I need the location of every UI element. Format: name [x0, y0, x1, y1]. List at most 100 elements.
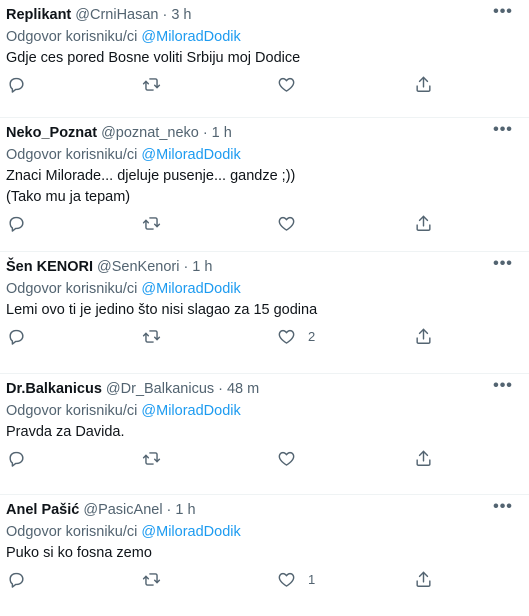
reply-mention-link[interactable]: @MiloradDodik: [141, 147, 240, 163]
separator-dot: ·: [166, 502, 172, 518]
timestamp[interactable]: 3 h: [171, 7, 191, 23]
reply-context: Odgovor korisniku/ci @MiloradDodik: [6, 26, 529, 48]
tweet-header: Replikant @CrniHasan · 3 h: [6, 4, 529, 26]
share-button[interactable]: [414, 214, 433, 233]
tweet-actions: [6, 449, 529, 475]
author-name[interactable]: Neko_Poznat: [6, 125, 97, 141]
retweet-button[interactable]: [142, 75, 161, 94]
heart-icon: [278, 329, 295, 344]
author-handle[interactable]: @poznat_neko: [101, 125, 199, 141]
author-name[interactable]: Šen KENORI: [6, 259, 93, 275]
reply-icon: [9, 77, 24, 93]
retweet-button[interactable]: [142, 214, 161, 233]
reply-prefix: Odgovor korisniku/ci: [6, 403, 138, 419]
share-button[interactable]: [414, 75, 433, 94]
timestamp[interactable]: 1 h: [192, 259, 212, 275]
more-options-icon[interactable]: •••: [493, 377, 513, 395]
separator-dot: ·: [162, 7, 168, 23]
separator-dot: ·: [218, 381, 223, 397]
reply-button[interactable]: [7, 327, 26, 346]
author-name[interactable]: Anel Pašić: [6, 502, 79, 518]
reply-button[interactable]: [7, 449, 26, 468]
reply-icon: [9, 572, 24, 588]
retweet-button[interactable]: [142, 570, 161, 589]
tweet-header: Dr.Balkanicus @Dr_Balkanicus · 48 m: [6, 378, 529, 400]
tweet-header: Šen KENORI @SenKenori · 1 h: [6, 256, 529, 278]
timestamp[interactable]: 1 h: [212, 125, 232, 141]
tweet-header: Neko_Poznat @poznat_neko · 1 h: [6, 122, 529, 144]
author-name[interactable]: Replikant: [6, 7, 71, 23]
tweet[interactable]: Anel Pašić @PasicAnel · 1 h ••• Odgovor …: [0, 495, 529, 616]
tweet-text: Znaci Milorade... djeluje pusenje... gan…: [6, 168, 296, 205]
reply-mention-link[interactable]: @MiloradDodik: [141, 403, 240, 419]
like-count: 1: [308, 572, 316, 587]
tweet-text: Pravda za Davida.: [6, 424, 125, 440]
like-button[interactable]: 2: [277, 327, 315, 346]
tweet[interactable]: Šen KENORI @SenKenori · 1 h ••• Odgovor …: [0, 252, 529, 374]
like-button[interactable]: [277, 75, 308, 94]
retweet-icon: [142, 78, 161, 91]
reply-icon: [9, 216, 24, 232]
reply-icon: [9, 329, 24, 345]
heart-icon: [278, 572, 295, 587]
share-icon: [416, 571, 431, 587]
timestamp[interactable]: 48 m: [227, 381, 259, 397]
more-options-icon[interactable]: •••: [493, 121, 513, 139]
separator-dot: ·: [183, 259, 189, 275]
share-button[interactable]: [414, 570, 433, 589]
retweet-button[interactable]: [142, 449, 161, 468]
retweet-icon: [142, 452, 161, 465]
tweet[interactable]: Neko_Poznat @poznat_neko · 1 h ••• Odgov…: [0, 118, 529, 252]
share-icon: [416, 215, 431, 231]
reply-mention-link[interactable]: @MiloradDodik: [141, 29, 240, 45]
share-button[interactable]: [414, 327, 433, 346]
more-options-icon[interactable]: •••: [493, 255, 513, 273]
tweet-text: Puko si ko fosna zemo: [6, 545, 152, 561]
reply-context: Odgovor korisniku/ci @MiloradDodik: [6, 144, 529, 166]
share-icon: [416, 328, 431, 344]
reply-context: Odgovor korisniku/ci @MiloradDodik: [6, 400, 529, 422]
author-handle[interactable]: @CrniHasan: [75, 7, 158, 23]
tweet[interactable]: Replikant @CrniHasan · 3 h ••• Odgovor k…: [0, 0, 529, 118]
heart-icon: [278, 77, 295, 92]
tweet-actions: [6, 214, 529, 240]
author-handle[interactable]: @PasicAnel: [83, 502, 162, 518]
more-options-icon[interactable]: •••: [493, 498, 513, 516]
tweet-actions: 1: [6, 570, 529, 596]
reply-context: Odgovor korisniku/ci @MiloradDodik: [6, 521, 529, 543]
like-button[interactable]: 1: [277, 570, 315, 589]
like-count: 2: [308, 329, 316, 344]
author-name[interactable]: Dr.Balkanicus: [6, 381, 102, 397]
share-button[interactable]: [414, 449, 433, 468]
reply-mention-link[interactable]: @MiloradDodik: [141, 524, 240, 540]
author-handle[interactable]: @Dr_Balkanicus: [106, 381, 214, 397]
tweet-text: Gdje ces pored Bosne voliti Srbiju moj D…: [6, 50, 301, 66]
reply-prefix: Odgovor korisniku/ci: [6, 281, 138, 297]
retweet-button[interactable]: [142, 327, 161, 346]
reply-button[interactable]: [7, 75, 26, 94]
tweet[interactable]: Dr.Balkanicus @Dr_Balkanicus · 48 m ••• …: [0, 374, 529, 495]
tweet-actions: 2: [6, 327, 529, 353]
retweet-icon: [142, 573, 161, 586]
reply-button[interactable]: [7, 570, 26, 589]
retweet-icon: [142, 330, 161, 343]
timestamp[interactable]: 1 h: [175, 502, 195, 518]
retweet-icon: [142, 217, 161, 230]
separator-dot: ·: [202, 125, 208, 141]
reply-icon: [9, 451, 24, 467]
tweet-text: Lemi ovo ti je jedino što nisi slagao za…: [6, 302, 318, 318]
reply-button[interactable]: [7, 214, 26, 233]
tweet-actions: [6, 75, 529, 101]
reply-prefix: Odgovor korisniku/ci: [6, 147, 138, 163]
more-options-icon[interactable]: •••: [493, 3, 513, 21]
share-icon: [416, 76, 431, 92]
author-handle[interactable]: @SenKenori: [97, 259, 179, 275]
heart-icon: [278, 451, 295, 466]
reply-context: Odgovor korisniku/ci @MiloradDodik: [6, 278, 529, 300]
reply-mention-link[interactable]: @MiloradDodik: [141, 281, 240, 297]
heart-icon: [278, 216, 295, 231]
like-button[interactable]: [277, 214, 308, 233]
tweet-header: Anel Pašić @PasicAnel · 1 h: [6, 499, 529, 521]
reply-prefix: Odgovor korisniku/ci: [6, 29, 138, 45]
like-button[interactable]: [277, 449, 308, 468]
